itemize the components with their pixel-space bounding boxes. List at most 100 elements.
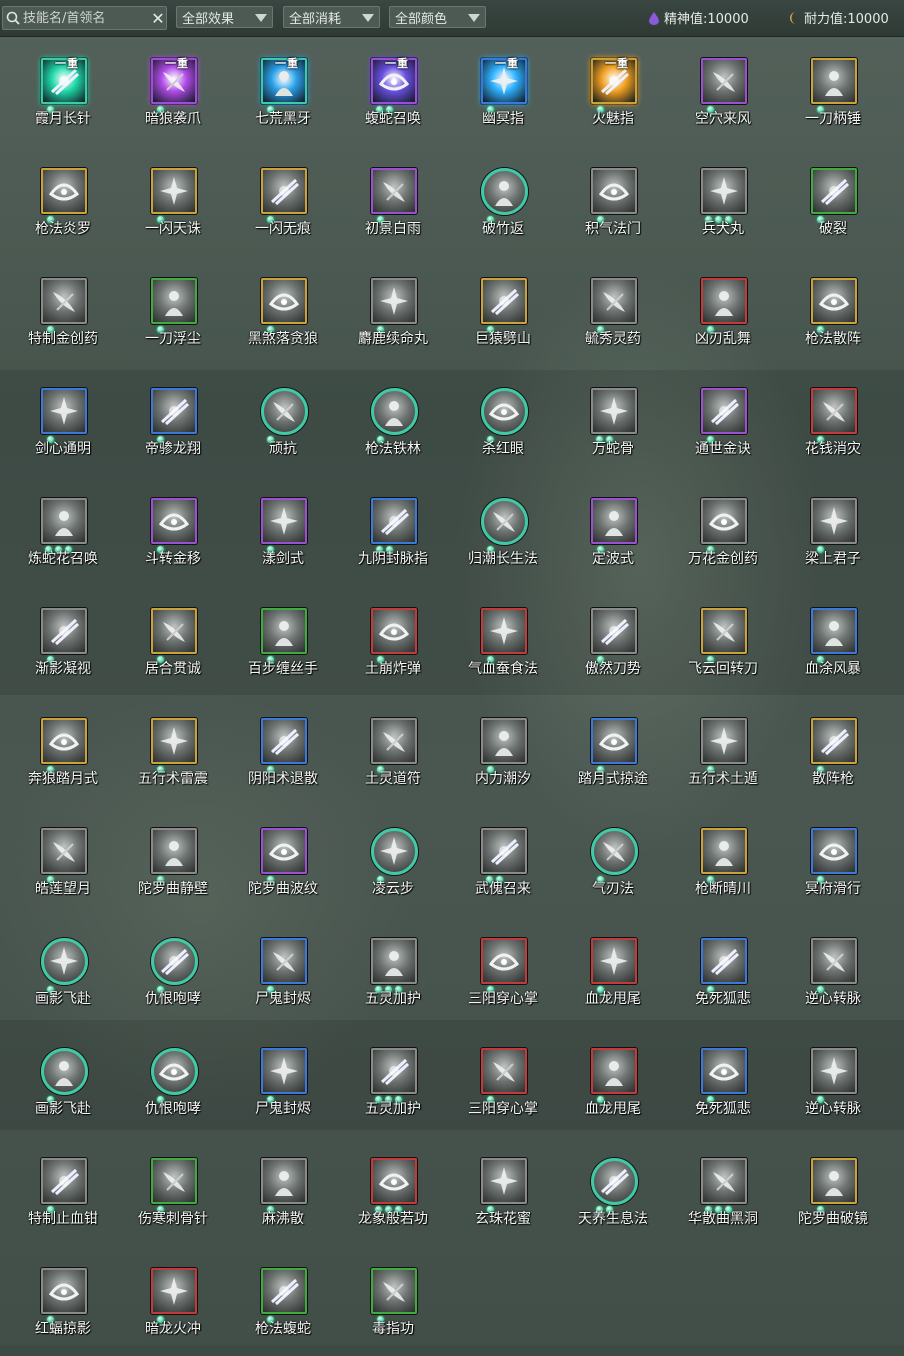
skill-cell[interactable]: 炼蛇花召唤	[8, 486, 118, 586]
skill-cell[interactable]: 三阳穿心掌	[448, 926, 558, 1026]
skill-icon[interactable]	[261, 168, 307, 214]
skill-cell[interactable]: 踏月式掠途	[558, 706, 668, 806]
skill-cell[interactable]: 一闪天诛	[118, 156, 228, 256]
skill-cell[interactable]: 五行术雷震	[118, 706, 228, 806]
skill-cell[interactable]: 特制止血钳	[8, 1146, 118, 1246]
color-filter-dropdown[interactable]: 全部颜色	[389, 6, 486, 28]
skill-cell[interactable]: 武傀召来	[448, 816, 558, 916]
skill-icon[interactable]	[151, 1048, 198, 1095]
skill-cell[interactable]: 梁上君子	[778, 486, 888, 586]
skill-icon[interactable]	[701, 168, 747, 214]
skill-icon[interactable]	[591, 938, 637, 984]
skill-icon[interactable]	[811, 388, 857, 434]
skill-cell[interactable]: 奔狼踏月式	[8, 706, 118, 806]
skill-icon[interactable]	[811, 168, 857, 214]
skill-icon[interactable]	[151, 608, 197, 654]
skill-icon[interactable]	[701, 498, 747, 544]
skill-cell[interactable]: 五灵加护	[338, 926, 448, 1026]
skill-cell[interactable]: 百步缠丝手	[228, 596, 338, 696]
skill-icon[interactable]	[591, 1048, 637, 1094]
skill-cell[interactable]: 麝鹿续命丸	[338, 266, 448, 366]
skill-icon[interactable]	[151, 828, 197, 874]
skill-cell[interactable]: 归潮长生法	[448, 486, 558, 586]
skill-icon[interactable]	[811, 278, 857, 324]
skill-icon[interactable]	[41, 388, 87, 434]
cost-filter-dropdown[interactable]: 全部消耗	[283, 6, 380, 28]
skill-icon[interactable]	[261, 278, 307, 324]
skill-cell[interactable]: 血龙甩尾	[558, 1036, 668, 1136]
skill-icon[interactable]	[591, 608, 637, 654]
skill-cell[interactable]: 枪法蝮蛇	[228, 1256, 338, 1356]
skill-icon[interactable]	[811, 828, 857, 874]
skill-icon[interactable]	[591, 388, 637, 434]
skill-cell[interactable]: 枪法散阵	[778, 266, 888, 366]
skill-icon[interactable]	[41, 828, 87, 874]
skill-cell[interactable]: 一重 幽冥指	[448, 46, 558, 146]
skill-cell[interactable]: 渐影凝视	[8, 596, 118, 696]
search-input[interactable]	[21, 10, 150, 26]
skill-cell[interactable]: 傲然刀势	[558, 596, 668, 696]
skill-icon[interactable]	[261, 1048, 307, 1094]
skill-cell[interactable]: 兵犬丸	[668, 156, 778, 256]
skill-cell[interactable]: 逆心转脉	[778, 1036, 888, 1136]
skill-cell[interactable]: 一刀浮尘	[118, 266, 228, 366]
skill-cell[interactable]: 毓秀灵药	[558, 266, 668, 366]
skill-cell[interactable]: 积气法门	[558, 156, 668, 256]
skill-cell[interactable]: 飞云回转刀	[668, 596, 778, 696]
skill-cell[interactable]: 一闪无痕	[228, 156, 338, 256]
skill-cell[interactable]: 初景白雨	[338, 156, 448, 256]
skill-cell[interactable]: 花钱消灾	[778, 376, 888, 476]
skill-cell[interactable]: 气血蚕食法	[448, 596, 558, 696]
skill-icon[interactable]	[481, 388, 528, 435]
skill-cell[interactable]: 陀罗曲静壁	[118, 816, 228, 916]
skill-cell[interactable]: 居合贯诚	[118, 596, 228, 696]
skill-icon[interactable]	[261, 938, 307, 984]
skill-icon[interactable]	[371, 168, 417, 214]
skill-cell[interactable]: 一重 暗狼袭爪	[118, 46, 228, 146]
skill-cell[interactable]: 万蛇骨	[558, 376, 668, 476]
skill-icon[interactable]	[591, 828, 638, 875]
skill-cell[interactable]: 画影飞赴	[8, 926, 118, 1026]
clear-icon[interactable]: ✕	[150, 9, 166, 28]
skill-cell[interactable]: 天养生息法	[558, 1146, 668, 1246]
skill-icon[interactable]	[481, 608, 527, 654]
skill-cell[interactable]: 漾剑式	[228, 486, 338, 586]
skill-cell[interactable]: 麻沸散	[228, 1146, 338, 1246]
skill-icon[interactable]	[41, 1268, 87, 1314]
skill-icon[interactable]	[481, 1158, 527, 1204]
skill-cell[interactable]: 定波式	[558, 486, 668, 586]
skill-cell[interactable]: 空穴来风	[668, 46, 778, 146]
skill-icon[interactable]	[811, 498, 857, 544]
skill-cell[interactable]: 陀罗曲破镜	[778, 1146, 888, 1246]
skill-cell[interactable]: 尸鬼封烬	[228, 926, 338, 1026]
skill-icon[interactable]	[701, 388, 747, 434]
skill-icon[interactable]	[371, 1268, 417, 1314]
skill-icon[interactable]	[261, 828, 307, 874]
skill-cell[interactable]: 免死狐悲	[668, 926, 778, 1026]
skill-cell[interactable]: 黑煞落贪狼	[228, 266, 338, 366]
skill-icon[interactable]	[481, 498, 528, 545]
skill-cell[interactable]: 枪法铁林	[338, 376, 448, 476]
skill-cell[interactable]: 一刀柄锤	[778, 46, 888, 146]
skill-icon[interactable]	[371, 1048, 417, 1094]
skill-cell[interactable]: 一重 七荒黑牙	[228, 46, 338, 146]
skill-icon[interactable]	[151, 388, 197, 434]
skill-cell[interactable]: 斗转金移	[118, 486, 228, 586]
skill-icon[interactable]	[701, 828, 747, 874]
skill-cell[interactable]: 顽抗	[228, 376, 338, 476]
skill-cell[interactable]: 尸鬼封烬	[228, 1036, 338, 1136]
skill-cell[interactable]: 凶刃乱舞	[668, 266, 778, 366]
skill-cell[interactable]: 一重 蝮蛇召唤	[338, 46, 448, 146]
skill-icon[interactable]	[151, 718, 197, 764]
skill-icon[interactable]	[151, 1268, 197, 1314]
skill-icon[interactable]	[261, 608, 307, 654]
skill-icon[interactable]	[481, 1048, 527, 1094]
skill-cell[interactable]: 血龙甩尾	[558, 926, 668, 1026]
skill-cell[interactable]: 凌云步	[338, 816, 448, 916]
skill-icon[interactable]	[151, 278, 197, 324]
skill-cell[interactable]: 万花金创药	[668, 486, 778, 586]
skill-cell[interactable]: 破竹返	[448, 156, 558, 256]
skill-cell[interactable]: 免死狐悲	[668, 1036, 778, 1136]
skill-icon[interactable]	[261, 1158, 307, 1204]
skill-icon[interactable]	[701, 278, 747, 324]
